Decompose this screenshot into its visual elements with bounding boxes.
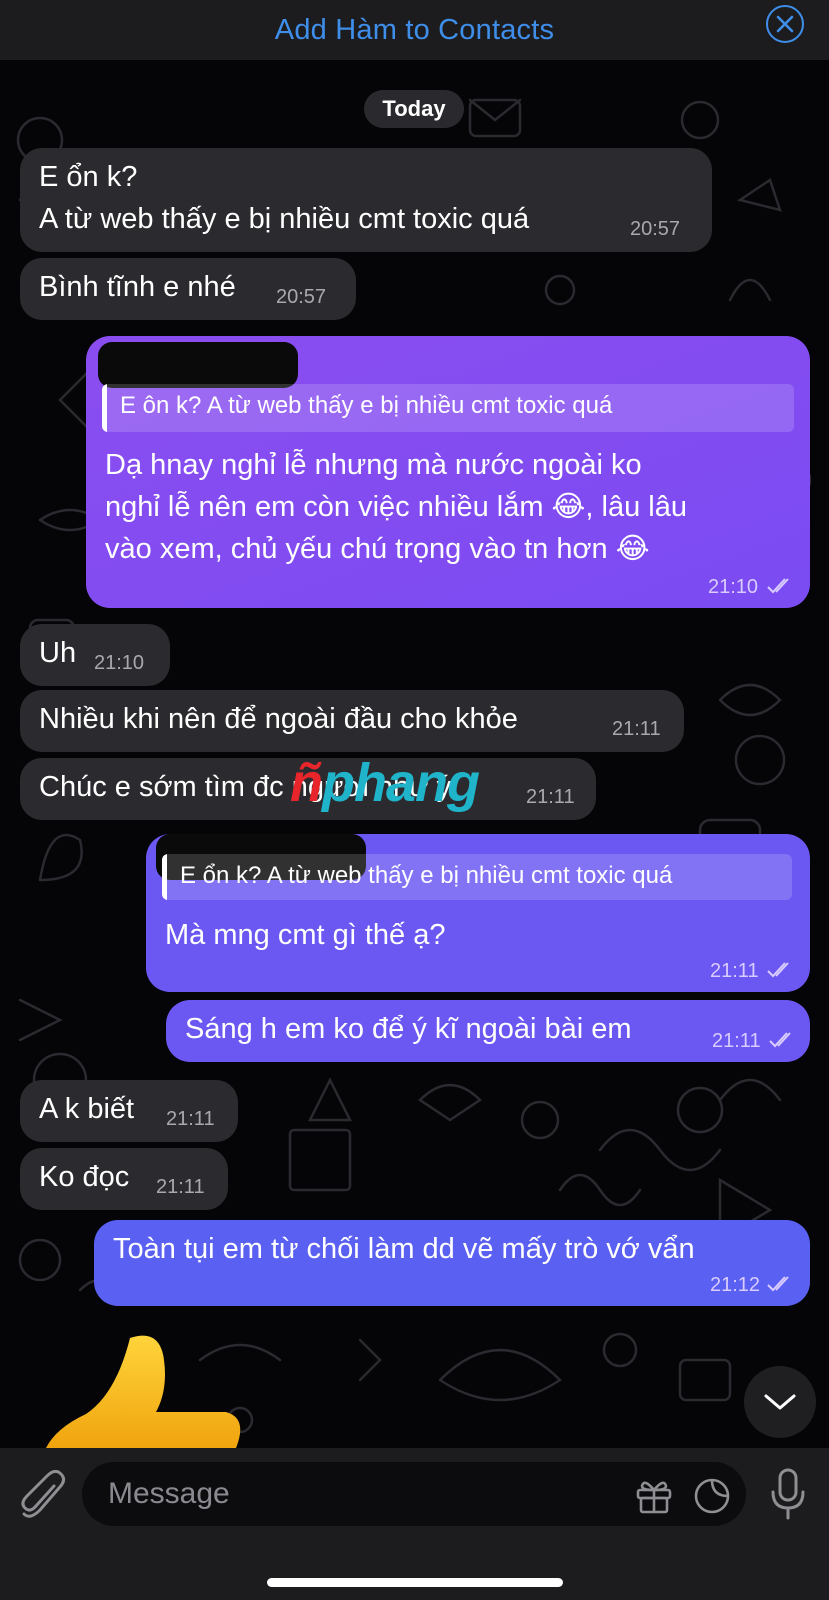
date-separator: Today [364,90,464,128]
message-bubble-incoming[interactable]: Bình tĩnh e nhé 20:57 [20,258,356,320]
message-bubble-outgoing[interactable]: Toàn tụi em từ chối làm dd vẽ mấy trò vớ… [94,1220,810,1306]
message-text: Toàn tụi em từ chối làm dd vẽ mấy trò vớ… [113,1233,695,1265]
message-bubble-outgoing[interactable]: E ổn k? A từ web thấy e bị nhiều cmt tox… [146,834,810,992]
microphone-icon[interactable] [770,1468,806,1520]
message-input[interactable]: Message [82,1462,746,1526]
message-time: 20:57 [276,286,327,308]
message-text: E ổn k? [39,161,138,193]
thumbs-up-sticker[interactable] [40,1330,250,1448]
message-text: A k biết [39,1093,135,1125]
watermark-part-1: ñ [290,753,323,813]
message-time: 21:11 [166,1108,215,1130]
message-text: Uh [39,637,77,669]
message-bubble-outgoing[interactable]: E ôn k? A từ web thấy e bị nhiều cmt tox… [86,336,810,608]
scroll-to-bottom-button[interactable] [744,1366,816,1438]
reply-quote[interactable]: E ôn k? A từ web thấy e bị nhiều cmt tox… [102,384,794,432]
message-text: nghỉ lễ nên em còn việc nhiều lắm 😂, lâu… [105,491,687,523]
watermark-part-2: phang [322,753,480,813]
message-text: vào xem, chủ yếu chú trọng vào tn hơn 😂 [105,533,650,565]
message-time: 21:12 [710,1274,761,1296]
message-time: 21:11 [712,1030,761,1052]
message-text: Mà mng cmt gì thế ạ? [165,919,446,951]
paperclip-icon[interactable] [20,1470,66,1522]
home-indicator [267,1578,563,1587]
message-text: Dạ hnay nghỉ lễ nhưng mà nước ngoài ko [105,449,642,481]
message-text: Bình tĩnh e nhé [39,271,236,303]
add-contact-title[interactable]: Add Hàm to Contacts [275,14,554,47]
chevron-down-icon [764,1394,796,1410]
message-bubble-incoming[interactable]: Ko đọc 21:11 [20,1148,228,1210]
sticker-icon[interactable] [692,1476,732,1516]
read-checks-icon [767,578,789,594]
watermark-logo: ñphang [290,752,480,814]
message-time: 20:57 [630,218,681,240]
message-placeholder: Message [108,1477,230,1510]
add-contact-banner[interactable]: Add Hàm to Contacts [0,0,829,60]
message-time: 21:11 [526,786,575,808]
message-text: A từ web thấy e bị nhiều cmt toxic quá [39,203,530,235]
close-banner-button[interactable] [766,5,804,43]
read-checks-icon [767,1276,789,1292]
message-time: 21:10 [708,576,759,598]
reply-quote-text: E ôn k? A từ web thấy e bị nhiều cmt tox… [120,392,613,419]
message-text: Sáng h em ko để ý kĩ ngoài bài em [185,1013,632,1045]
message-bubble-outgoing[interactable]: Sáng h em ko để ý kĩ ngoài bài em 21:11 [166,1000,810,1062]
message-bubble-incoming[interactable]: E ổn k? A từ web thấy e bị nhiều cmt tox… [20,148,712,252]
message-bubble-incoming[interactable]: A k biết 21:11 [20,1080,238,1142]
redacted-sender [98,342,298,388]
message-bubble-incoming[interactable]: Nhiều khi nên để ngoài đầu cho khỏe 21:1… [20,690,684,752]
read-checks-icon [769,1032,791,1048]
message-text: Nhiều khi nên để ngoài đầu cho khỏe [39,703,518,735]
composer-bar: Message [0,1448,829,1600]
message-time: 21:11 [612,718,661,740]
message-time: 21:11 [156,1176,205,1198]
reply-quote-bar [162,854,167,900]
message-time: 21:11 [710,960,759,982]
reply-quote-bar [102,384,107,432]
read-checks-icon [767,962,789,978]
gift-icon[interactable] [634,1476,674,1516]
reply-quote-text: E ổn k? A từ web thấy e bị nhiều cmt tox… [180,862,673,889]
message-time: 21:10 [94,652,145,674]
close-icon [776,15,794,33]
message-text: Ko đọc [39,1161,130,1193]
message-bubble-incoming[interactable]: Uh 21:10 [20,624,170,686]
reply-quote[interactable]: E ổn k? A từ web thấy e bị nhiều cmt tox… [162,854,792,900]
